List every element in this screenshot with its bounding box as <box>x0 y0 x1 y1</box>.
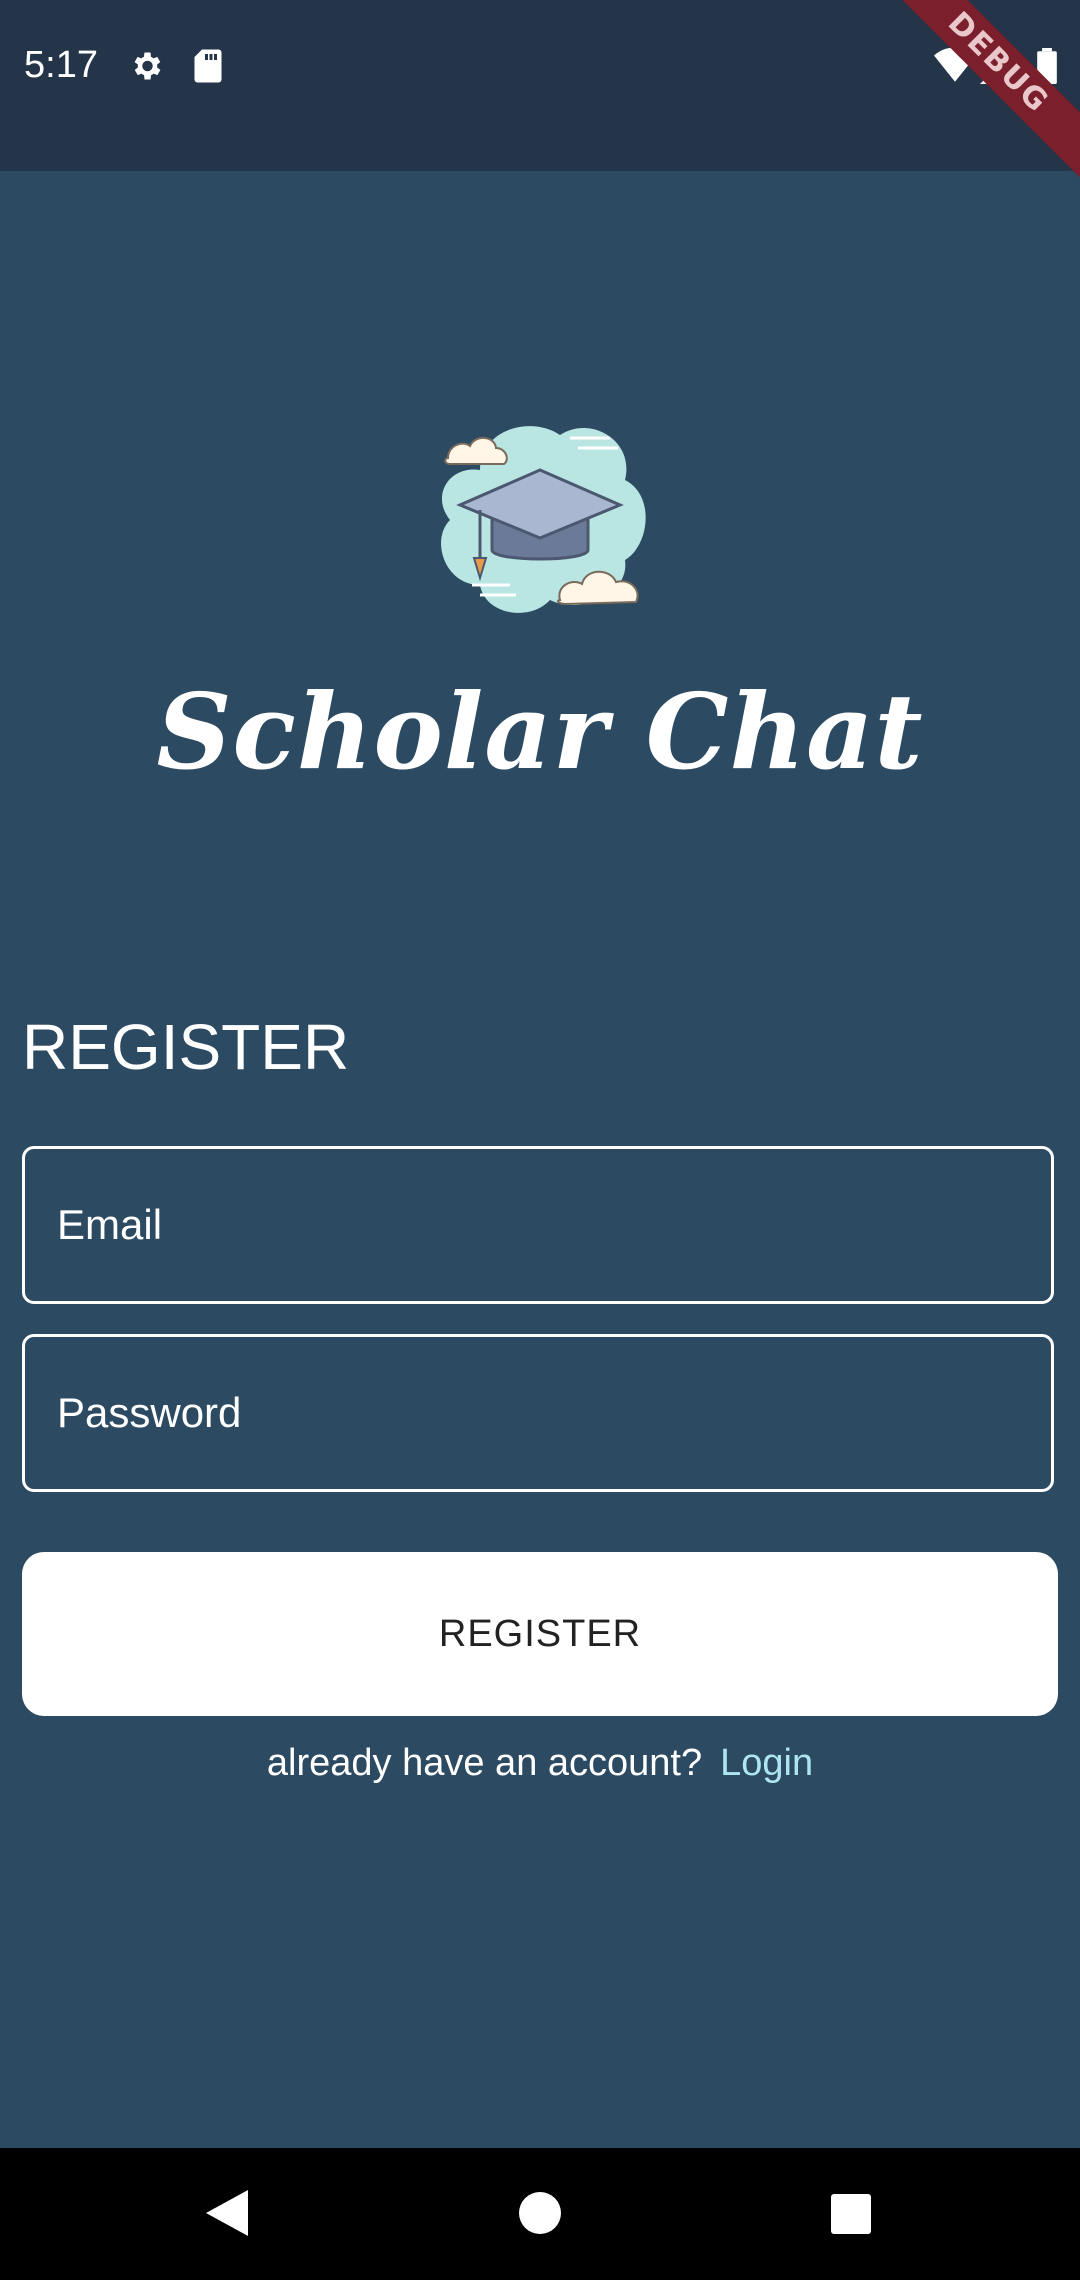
status-bar: 5:17 DEBUG <box>0 0 1080 186</box>
gear-icon <box>128 48 164 89</box>
login-link[interactable]: Login <box>720 1742 813 1784</box>
debug-banner: DEBUG <box>875 0 1080 186</box>
email-input[interactable] <box>25 1149 1051 1301</box>
app-title: Scholar Chat <box>156 670 924 793</box>
recents-icon[interactable] <box>815 2178 885 2248</box>
back-icon[interactable] <box>190 2178 260 2248</box>
login-prompt: already have an account? Login <box>0 1742 1080 1785</box>
graduation-cap-logo <box>420 410 660 620</box>
email-field[interactable] <box>22 1146 1054 1304</box>
sd-card-icon <box>192 48 224 89</box>
register-heading: REGISTER <box>22 1011 350 1083</box>
navigation-bar <box>0 2148 1080 2280</box>
status-time: 5:17 <box>24 44 98 86</box>
password-field[interactable] <box>22 1334 1054 1492</box>
home-icon[interactable] <box>505 2178 575 2248</box>
register-button[interactable]: REGISTER <box>22 1552 1058 1716</box>
register-screen: 5:17 DEBUG Scholar Chat REGISTER Email R… <box>0 0 1080 2280</box>
login-prompt-text: already have an account? <box>266 1742 703 1784</box>
password-input[interactable] <box>25 1337 1051 1489</box>
